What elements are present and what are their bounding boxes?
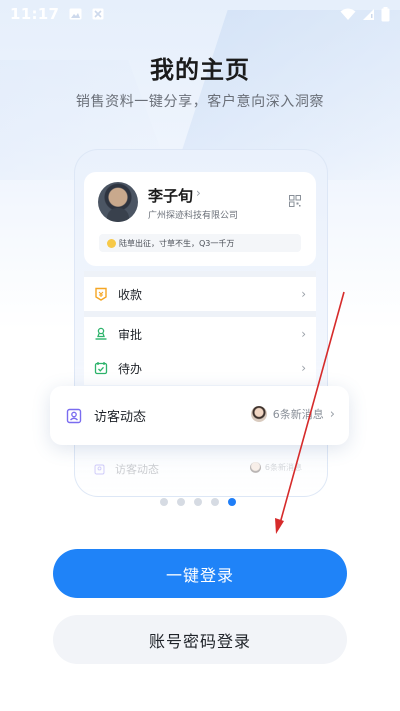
chevron-right-icon: › [329, 406, 335, 422]
visitor-badge-icon [66, 408, 82, 423]
avatar [98, 182, 138, 222]
one-click-login-button[interactable]: 一键登录 [53, 549, 347, 598]
faded-messages-count: 6条新消息 [264, 463, 302, 472]
visitor-activity-label: 访客动态 [94, 410, 147, 425]
carousel-dot[interactable] [177, 498, 185, 506]
chevron-right-icon: › [301, 287, 306, 301]
chevron-right-icon: › [301, 327, 306, 341]
menu-item-label: 收款 [118, 287, 143, 302]
visitor-activity-card: 访客动态 6条新消息 › [50, 386, 349, 445]
carousel-indicator [160, 498, 236, 506]
profile-motto-text: 陆草出征，寸草不生，Q3一千万 [119, 238, 235, 248]
new-messages-count: 6条新消息 [272, 408, 324, 421]
menu-item-payment: 收款 › [84, 277, 316, 311]
carousel-dot[interactable] [194, 498, 202, 506]
faded-visitor-label: 访客动态 [115, 463, 159, 476]
menu-item-todo: 待办 › [84, 351, 316, 385]
notification-icon [92, 8, 104, 20]
profile-name: 李子旬 [148, 187, 194, 205]
payment-icon [95, 287, 107, 301]
password-login-button[interactable]: 账号密码登录 [53, 615, 347, 664]
emoji-icon [107, 238, 116, 248]
status-time: 11:17 [10, 5, 60, 23]
faded-visitor-row: 访客动态 6条新消息 [84, 457, 316, 481]
menu-item-label: 审批 [118, 327, 143, 342]
image-icon [69, 8, 82, 20]
cellular-signal-icon [363, 8, 374, 20]
avatar [249, 462, 261, 473]
avatar [250, 406, 267, 422]
wifi-icon [340, 8, 356, 20]
page-title: 我的主页 [150, 56, 250, 84]
battery-icon [381, 6, 390, 21]
carousel-dot-active[interactable] [228, 498, 236, 506]
chevron-right-icon: › [196, 186, 201, 200]
menu-item-label: 待办 [118, 361, 143, 376]
page-subtitle: 销售资料一键分享，客户意向深入洞察 [75, 94, 325, 110]
status-bar: 11:17 [0, 0, 400, 28]
approval-stamp-icon [95, 327, 107, 340]
qr-code-icon [289, 195, 301, 207]
profile-motto: 陆草出征，寸草不生，Q3一千万 [99, 234, 301, 252]
menu-item-approval: 审批 › [84, 317, 316, 351]
profile-company: 广州探迹科技有限公司 [148, 211, 239, 221]
visitor-badge-icon [94, 464, 105, 474]
carousel-dot[interactable] [160, 498, 168, 506]
carousel-dot[interactable] [211, 498, 219, 506]
chevron-right-icon: › [301, 361, 306, 375]
calendar-check-icon [94, 362, 108, 375]
